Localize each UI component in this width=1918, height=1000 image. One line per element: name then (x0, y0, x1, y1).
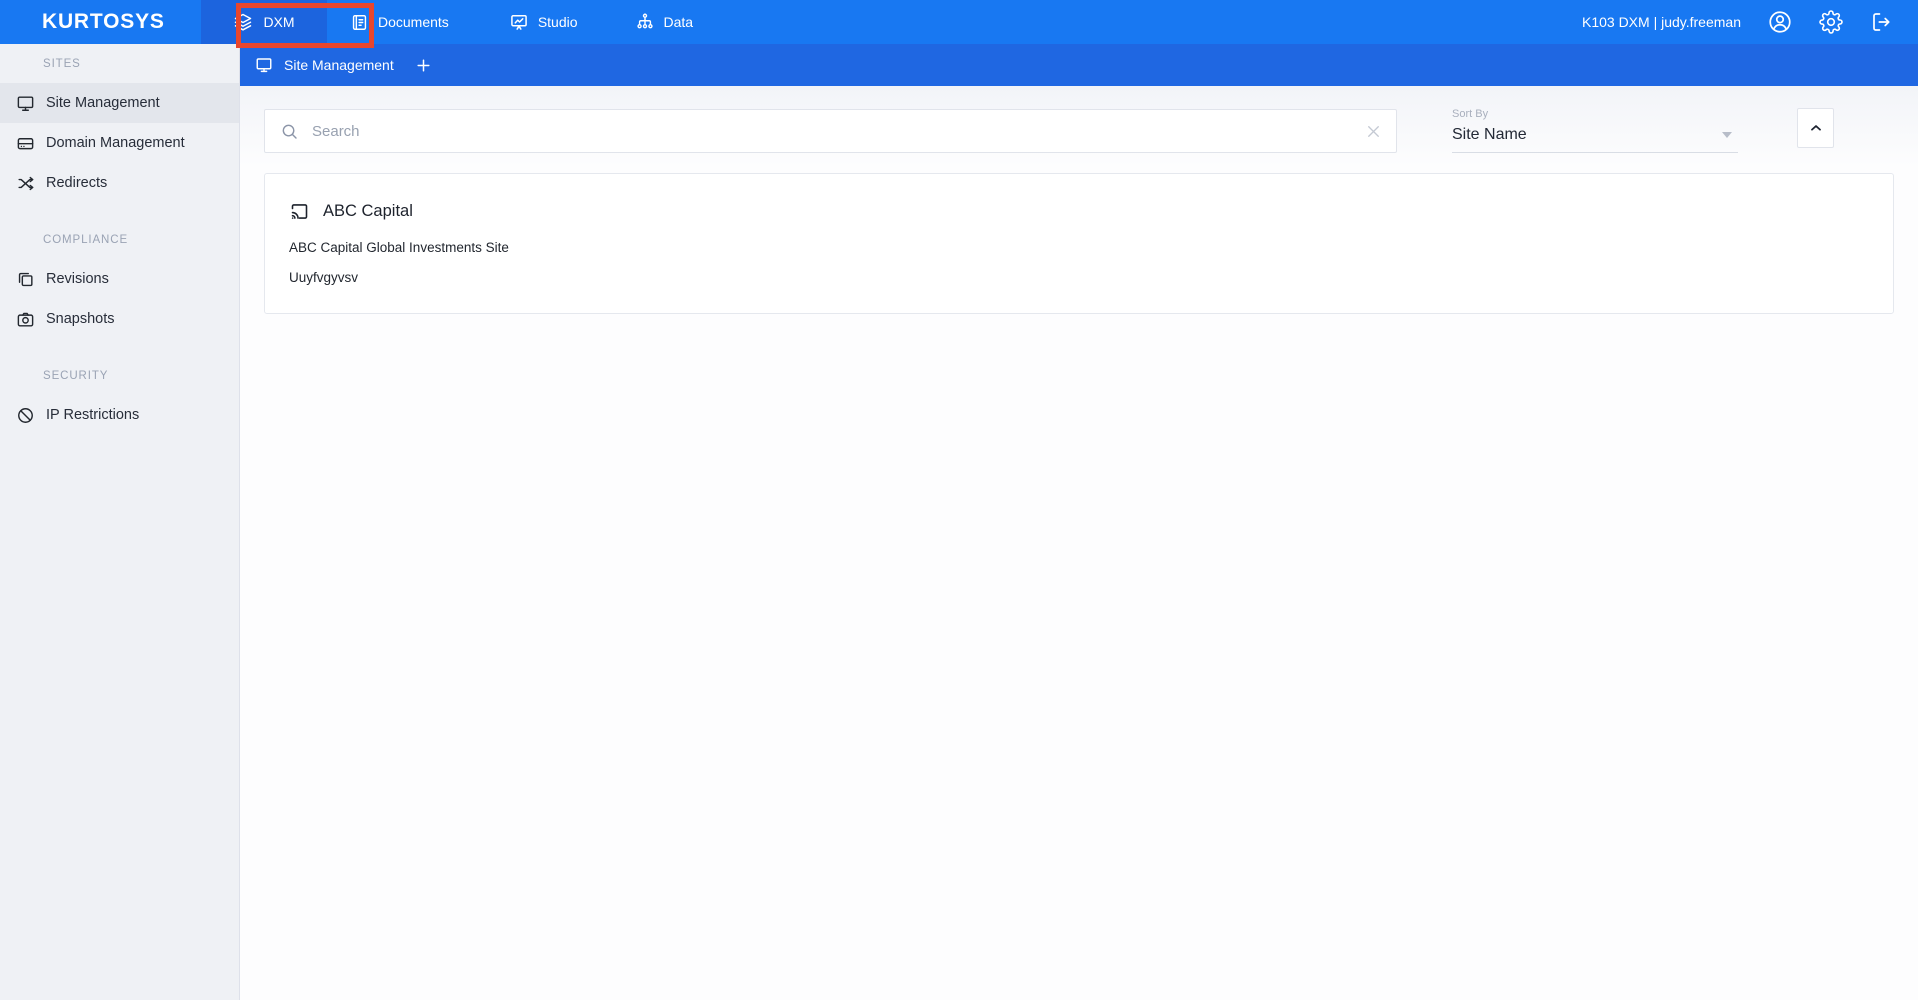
sidebar-item-revisions[interactable]: Revisions (0, 259, 239, 299)
site-card-header: ABC Capital (289, 201, 1869, 222)
nav-tab-dxm[interactable]: DXM (201, 0, 327, 44)
top-header: KURTOSYS DXM Documents Studio Data K103 … (0, 0, 1918, 48)
add-tab-button[interactable] (415, 57, 432, 74)
search-icon (280, 122, 299, 141)
sort-by-label: Sort By (1452, 108, 1489, 120)
sidebar-item-label: Snapshots (46, 311, 115, 327)
primary-nav: DXM Documents Studio Data (201, 0, 693, 44)
sidebar-item-site-management[interactable]: Site Management (0, 83, 239, 123)
layers-icon (233, 12, 253, 32)
monitor-icon (255, 56, 273, 74)
documents-icon (350, 13, 369, 32)
sidebar-section-compliance: COMPLIANCE (43, 234, 129, 246)
account-label: K103 DXM | judy.freeman (1581, 14, 1741, 30)
user-icon[interactable] (1767, 9, 1793, 35)
header-right-cluster: K103 DXM | judy.freeman (1582, 9, 1918, 35)
nav-label-studio: Studio (537, 14, 578, 30)
nav-label-data: Data (663, 14, 694, 30)
sidebar-item-label: Revisions (46, 271, 109, 287)
sidebar: SITES Site Management Domain Management (0, 44, 240, 1000)
sidebar-item-label: IP Restrictions (46, 407, 140, 423)
cast-icon (289, 201, 310, 222)
caret-down-icon (1722, 132, 1732, 138)
nav-item-data[interactable]: Data (635, 12, 694, 32)
search-input[interactable] (312, 122, 1351, 140)
logout-icon[interactable] (1869, 10, 1893, 34)
brand-logo[interactable]: KURTOSYS (0, 10, 201, 34)
site-card[interactable]: ABC Capital ABC Capital Global Investmen… (264, 173, 1894, 314)
site-card-title: ABC Capital (323, 202, 413, 220)
sidebar-item-domain-management[interactable]: Domain Management (0, 123, 239, 163)
nav-label-documents: Documents (378, 14, 449, 30)
sidebar-item-label: Domain Management (46, 135, 185, 151)
tab-bar: Site Management (240, 44, 1918, 86)
tab-site-management[interactable]: Site Management (255, 56, 394, 74)
main-column: Site Management Search Sort By Site Name… (240, 44, 1918, 1000)
sidebar-section-security: SECURITY (43, 370, 109, 382)
sidebar-item-label: Site Management (46, 95, 160, 111)
clear-search-icon[interactable] (1364, 122, 1383, 141)
nav-item-studio[interactable]: Studio (509, 12, 578, 32)
domain-icon (16, 134, 35, 153)
toolbar: Sort By Site Name (264, 108, 1894, 153)
site-card-subtitle: Uuyfvgyvsv (289, 270, 359, 285)
sidebar-item-redirects[interactable]: Redirects (0, 163, 239, 203)
collapse-button[interactable] (1797, 108, 1834, 148)
site-card-description: ABC Capital Global Investments Site (289, 240, 509, 255)
studio-icon (509, 12, 529, 32)
sidebar-section-sites: SITES (43, 58, 81, 70)
redirects-icon (16, 174, 35, 193)
settings-gear-icon[interactable] (1819, 10, 1843, 34)
nav-item-documents[interactable]: Documents (350, 13, 449, 32)
sidebar-item-snapshots[interactable]: Snapshots (0, 299, 239, 339)
nav-label-dxm: DXM (263, 14, 295, 30)
sidebar-item-ip-restrictions[interactable]: IP Restrictions (0, 395, 239, 435)
ban-icon (16, 406, 35, 425)
sort-by-value: Site Name (1452, 126, 1527, 143)
tab-label: Site Management (284, 57, 394, 73)
content-area: Sort By Site Name (240, 86, 1918, 1000)
camera-icon (16, 310, 35, 329)
sort-by-select[interactable]: Sort By Site Name (1452, 108, 1738, 153)
monitor-icon (16, 94, 35, 113)
body: SITES Site Management Domain Management (0, 44, 1918, 1000)
app: KURTOSYS DXM Documents Studio Data K103 … (0, 0, 1918, 1000)
data-icon (635, 12, 655, 32)
search-box (264, 109, 1397, 153)
sidebar-item-label: Redirects (46, 175, 108, 191)
revisions-icon (16, 270, 35, 289)
